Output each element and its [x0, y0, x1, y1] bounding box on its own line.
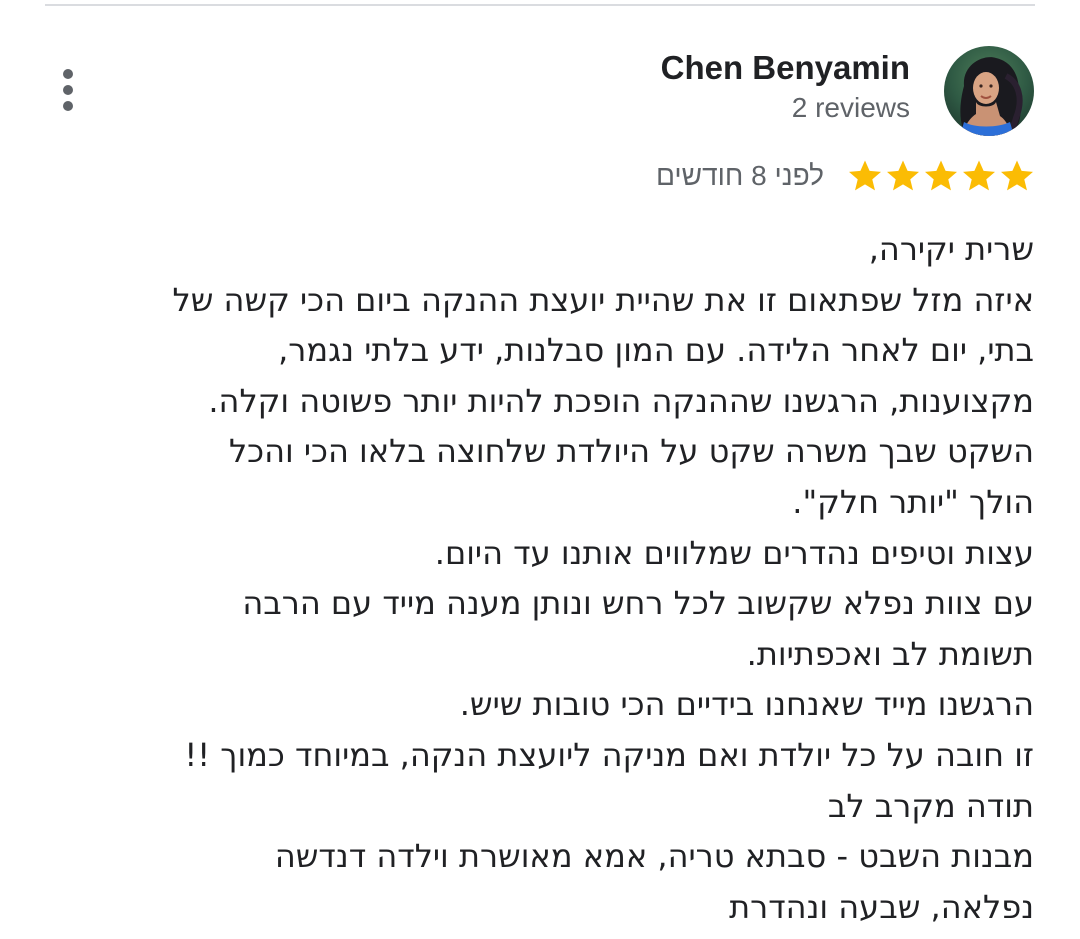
star-icon	[922, 157, 960, 195]
more-vert-icon-dot	[63, 85, 73, 95]
review-text-line: מבנות השבט - סבתא טריה, אמא מאושרת וילדה…	[274, 837, 1034, 876]
top-divider	[45, 4, 1035, 6]
star-icon	[846, 157, 884, 195]
star-rating	[846, 157, 1036, 195]
review-text-line: עם צוות נפלא שקשוב לכל רחש ונותן מענה מי…	[242, 584, 1034, 623]
star-icon	[998, 157, 1036, 195]
review-text-line: איזה מזל שפתאום זו את שהיית יועצת ההנקה …	[172, 280, 1034, 319]
review-text-line: תשומת לב ואכפתיות.	[746, 634, 1034, 673]
reviewer-avatar[interactable]	[944, 46, 1034, 136]
review-text-line: שרית יקירה,	[868, 230, 1034, 268]
review-text-line: הרגשנו מייד שאנחנו בידיים הכי טובות שיש.	[459, 685, 1034, 724]
rating-row: לפני 8 חודשים	[656, 152, 1036, 200]
star-icon	[960, 157, 998, 195]
review-text: שרית יקירה, איזה מזל שפתאום זו את שהיית י…	[74, 224, 1034, 932]
review-text-line: עצות וטיפים נהדרים שמלווים אותנו עד היום…	[434, 533, 1034, 572]
review-text-line: הולך "יותר חלק".	[792, 482, 1034, 521]
more-vert-icon-dot	[63, 101, 73, 111]
reviewer-review-count: 2 reviews	[791, 92, 910, 123]
review-text-line: מקצוענות, הרגשנו שההנקה הופכת להיות יותר…	[208, 381, 1034, 420]
star-icon	[884, 157, 922, 195]
review-text-line: זו חובה על כל יולדת ואם מניקה ליועצת הנק…	[184, 735, 1034, 774]
review-text-line: תודה מקרב לב	[827, 786, 1034, 825]
user-photo-icon	[944, 46, 1034, 136]
reviewer-name[interactable]: Chen Benyamin	[661, 48, 910, 88]
more-options-button[interactable]	[48, 62, 88, 118]
review-text-line: נפלאה, שבעה ונהדרת	[729, 887, 1034, 926]
review-text-line: בתי, יום לאחר הלידה. עם המון סבלנות, ידע…	[278, 331, 1034, 370]
more-vert-icon	[63, 69, 73, 79]
review-date: לפני 8 חודשים	[655, 160, 824, 191]
review-text-line: השקט שבך משרה שקט על היולדת שלחוצה בלאו …	[228, 432, 1034, 471]
